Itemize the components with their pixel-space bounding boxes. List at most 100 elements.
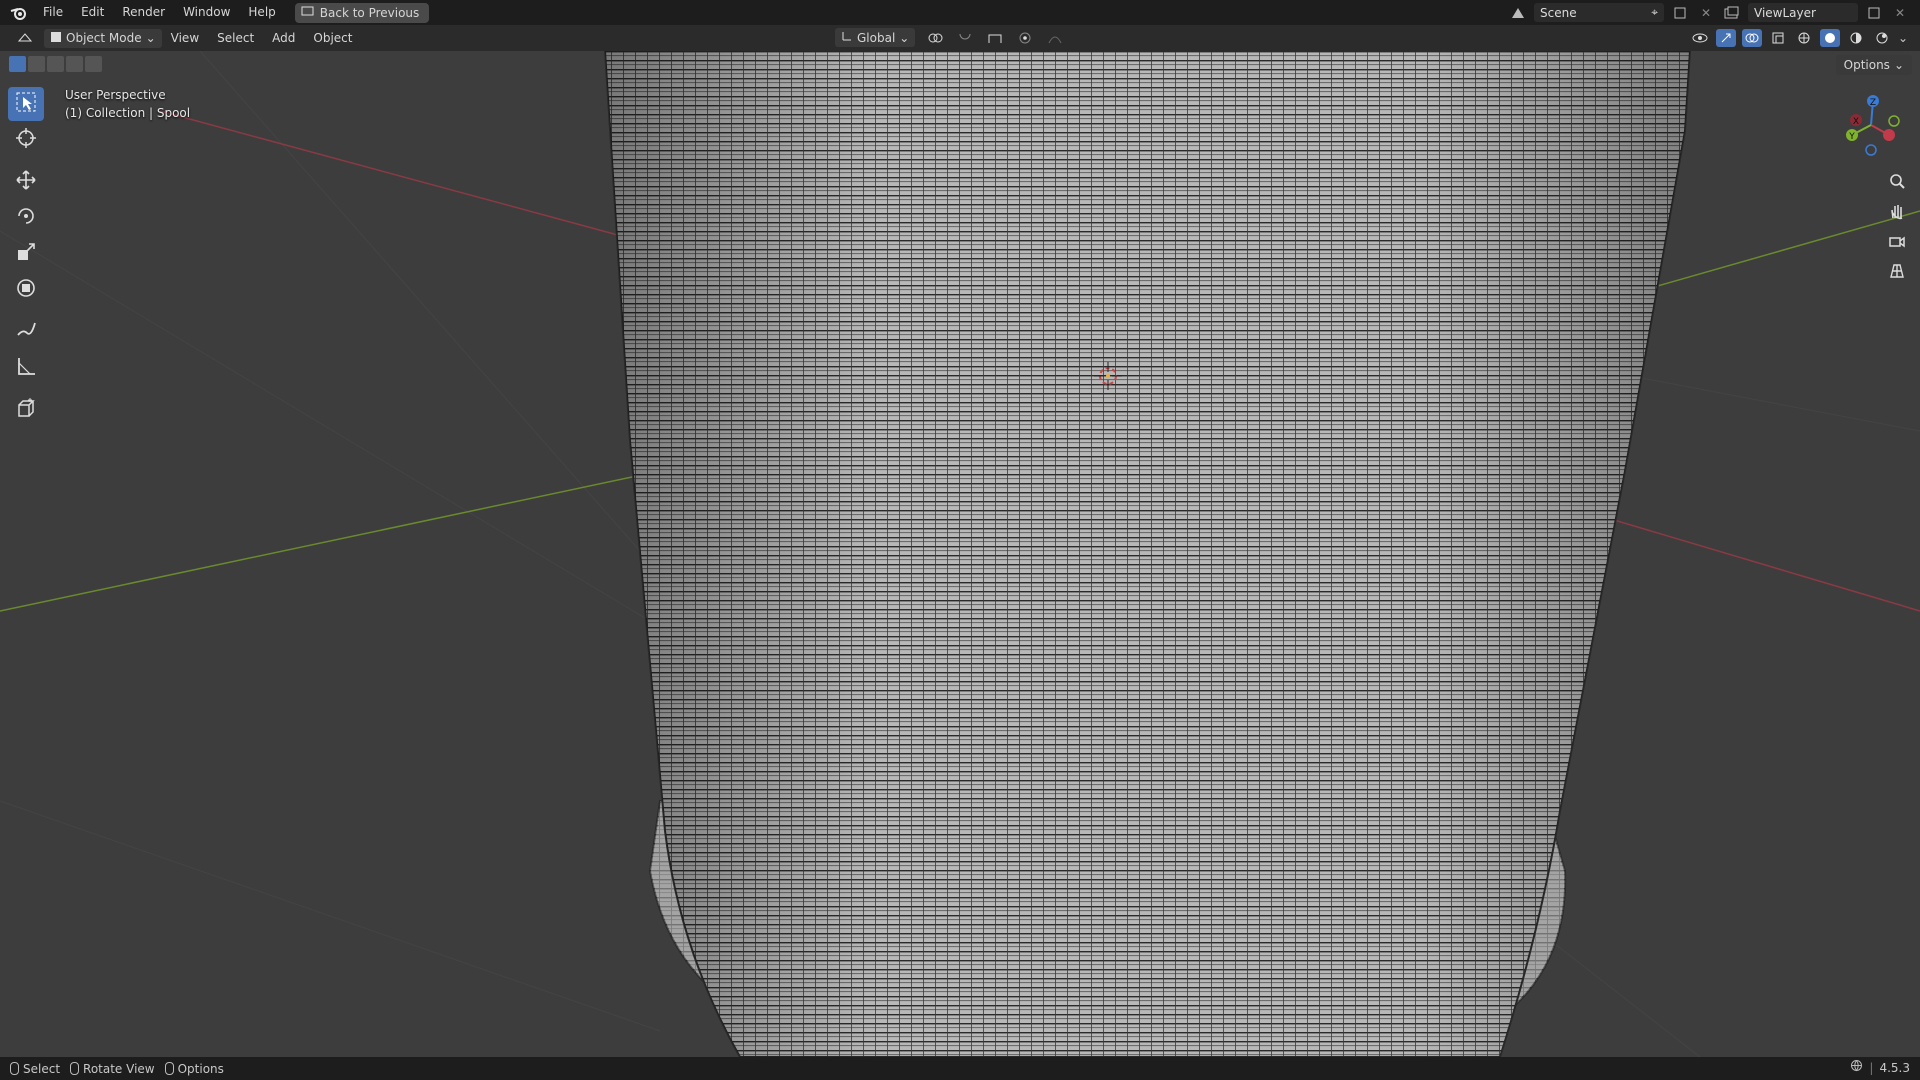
transform-tool[interactable] <box>8 273 44 307</box>
overlays-toggle-icon[interactable] <box>1741 29 1762 47</box>
object-mode-icon <box>50 31 62 46</box>
zoom-icon[interactable] <box>1886 170 1908 192</box>
transform-orientation-dropdown[interactable]: Global ⌄ <box>835 28 916 47</box>
back-to-previous-label: Back to Previous <box>319 5 420 20</box>
camera-view-icon[interactable] <box>1886 230 1908 252</box>
selection-mode-buttons <box>9 56 102 72</box>
chevron-down-icon[interactable]: ⌄ <box>1898 31 1908 45</box>
falloff-icon[interactable] <box>1045 29 1065 47</box>
cube-icon <box>15 397 37 423</box>
navigation-gizmo[interactable]: Z X Y <box>1836 87 1906 162</box>
pan-hand-icon[interactable] <box>1886 200 1908 222</box>
rotate-tool[interactable] <box>8 201 44 235</box>
annotate-tool[interactable] <box>8 315 44 349</box>
transform-icon <box>15 277 37 303</box>
options-label: Options <box>1843 58 1890 72</box>
scale-icon <box>15 241 37 267</box>
blender-logo-icon[interactable] <box>4 0 34 25</box>
select-difference-icon[interactable] <box>66 56 83 72</box>
status-hint-rotate: Rotate View <box>70 1062 155 1076</box>
menu-select[interactable]: Select <box>208 25 263 51</box>
scene-selector-icon[interactable] <box>1508 4 1528 22</box>
measure-tool[interactable] <box>8 351 44 385</box>
menu-edit[interactable]: Edit <box>72 0 113 25</box>
menu-file[interactable]: File <box>34 0 72 25</box>
move-tool[interactable] <box>8 165 44 199</box>
mode-label: Object Mode <box>66 31 142 45</box>
pivot-point-icon[interactable] <box>925 29 945 47</box>
select-box-tool[interactable] <box>8 87 44 121</box>
hint-label: Rotate View <box>83 1061 155 1076</box>
remove-scene-icon[interactable]: ✕ <box>1696 4 1716 22</box>
visibility-eye-icon[interactable] <box>1690 29 1710 47</box>
pencil-icon <box>15 319 37 345</box>
tool-shelf <box>8 87 44 429</box>
options-dropdown[interactable]: Options ⌄ <box>1835 55 1912 75</box>
pin-icon[interactable]: ⌖ <box>1651 5 1658 20</box>
perspective-grid-icon[interactable] <box>1886 260 1908 282</box>
hint-label: Select <box>23 1061 61 1076</box>
menu-object[interactable]: Object <box>304 25 361 51</box>
orientation-icon <box>841 30 853 45</box>
status-hint-options: Options <box>164 1061 224 1076</box>
gizmo-toggle-icon[interactable] <box>1715 29 1736 47</box>
viewport-scene <box>0 51 1920 1057</box>
snap-target-icon[interactable] <box>985 29 1005 47</box>
svg-text:Y: Y <box>1848 132 1855 142</box>
select-subtract-icon[interactable] <box>47 56 64 72</box>
mouse-middle-icon <box>70 1062 80 1075</box>
scene-name: Scene <box>1540 5 1577 20</box>
status-bar: Select Rotate View Options | 4.5.3 <box>0 1057 1920 1080</box>
chevron-down-icon: ⌄ <box>145 31 156 45</box>
workspace-fields: Scene ⌖ ✕ ViewLayer ✕ <box>1508 0 1920 25</box>
select-cursor-icon <box>15 91 37 117</box>
add-cube-tool[interactable] <box>8 393 44 427</box>
menu-add[interactable]: Add <box>263 25 304 51</box>
rotate-icon <box>15 205 37 231</box>
menu-render[interactable]: Render <box>113 0 174 25</box>
select-new-icon[interactable] <box>9 56 26 72</box>
view-layer-name: ViewLayer <box>1754 5 1816 20</box>
screen-icon <box>301 6 314 20</box>
version-info: | 4.5.3 <box>1850 1057 1910 1080</box>
view-name: User Perspective <box>65 88 166 102</box>
new-view-layer-icon[interactable] <box>1864 4 1884 22</box>
svg-text:Z: Z <box>1870 98 1876 108</box>
chevron-down-icon: ⌄ <box>899 30 910 45</box>
move-arrows-icon <box>15 169 37 195</box>
version-label: 4.5.3 <box>1879 1061 1910 1075</box>
hint-label: Options <box>177 1061 224 1076</box>
wireframe-shading-icon[interactable] <box>1794 29 1814 47</box>
editor-type-icon[interactable] <box>10 29 40 47</box>
rendered-shading-icon[interactable] <box>1872 29 1892 47</box>
remove-view-layer-icon[interactable]: ✕ <box>1890 4 1910 22</box>
globe-icon <box>1850 1057 1863 1080</box>
view-layer-field[interactable]: ViewLayer <box>1748 3 1858 22</box>
chevron-down-icon: ⌄ <box>1893 58 1904 72</box>
proportional-editing-icon[interactable] <box>1015 29 1035 47</box>
cursor-tool[interactable] <box>8 123 44 157</box>
solid-shading-icon[interactable] <box>1819 29 1840 47</box>
menu-help[interactable]: Help <box>239 0 284 25</box>
mouse-right-icon <box>164 1062 174 1075</box>
x-axis-line <box>159 110 641 242</box>
menu-window[interactable]: Window <box>174 0 239 25</box>
select-extend-icon[interactable] <box>28 56 45 72</box>
select-intersect-icon[interactable] <box>85 56 102 72</box>
mouse-left-icon <box>10 1062 19 1075</box>
back-to-previous-button[interactable]: Back to Previous <box>294 2 430 23</box>
view-layer-icon[interactable] <box>1722 4 1742 22</box>
snap-icon[interactable] <box>955 29 975 47</box>
3d-viewport[interactable]: User Perspective (1) Collection | Spool <box>0 51 1920 1057</box>
scale-tool[interactable] <box>8 237 44 271</box>
crosshair-icon <box>15 127 37 153</box>
material-shading-icon[interactable] <box>1846 29 1866 47</box>
top-bar: File Edit Render Window Help Back to Pre… <box>0 0 1920 25</box>
new-scene-icon[interactable] <box>1670 4 1690 22</box>
xray-toggle-icon[interactable] <box>1768 29 1788 47</box>
menu-view[interactable]: View <box>162 25 208 51</box>
orientation-label: Global <box>857 30 896 45</box>
mode-dropdown[interactable]: Object Mode ⌄ <box>44 28 162 48</box>
scene-field[interactable]: Scene ⌖ <box>1534 3 1664 22</box>
ruler-icon <box>15 355 37 381</box>
